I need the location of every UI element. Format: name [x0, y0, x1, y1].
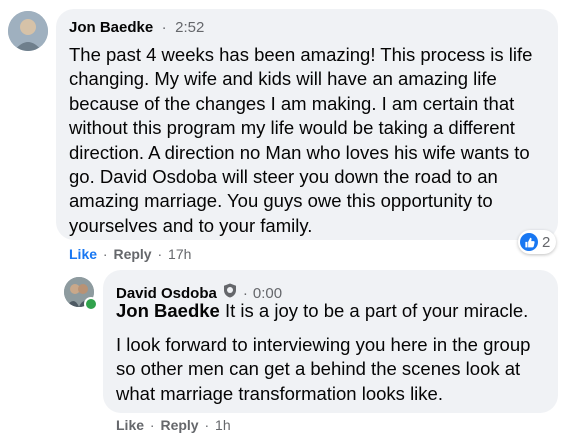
reaction-summary[interactable]: 2 [518, 230, 557, 254]
reply-link[interactable]: Reply [113, 246, 151, 262]
like-link[interactable]: Like [116, 417, 144, 433]
action-separator: · [149, 417, 155, 433]
comment-author[interactable]: Jon Baedke [69, 19, 153, 36]
reply-link[interactable]: Reply [160, 417, 198, 433]
comment-bubble: Jon Baedke · 2:52 The past 4 weeks has b… [56, 9, 558, 240]
action-separator: · [204, 417, 210, 433]
comment-actions: Like · Reply · 17h [69, 246, 191, 262]
profile-photo [8, 11, 48, 51]
reply-bubble: David Osdoba · 0:00 Jon Baedke It is a j… [103, 270, 558, 413]
reply-age[interactable]: 1h [215, 417, 231, 433]
reply-text-line1: Jon Baedke It is a joy to be a part of y… [116, 299, 546, 323]
avatar-jon-baedke[interactable] [8, 11, 48, 51]
comment-age[interactable]: 17h [168, 246, 191, 262]
comment-header: Jon Baedke · 2:52 [69, 19, 204, 37]
comment-text: The past 4 weeks has been amazing! This … [69, 44, 533, 236]
online-status-dot [84, 297, 98, 311]
action-separator: · [157, 246, 163, 262]
like-link[interactable]: Like [69, 246, 97, 262]
header-separator: · [161, 19, 167, 36]
reply-actions: Like · Reply · 1h [116, 417, 231, 433]
mention-jon-baedke[interactable]: Jon Baedke [116, 300, 220, 321]
thumbs-up-icon [520, 233, 538, 251]
comment-time[interactable]: 2:52 [175, 19, 204, 36]
reaction-count: 2 [542, 233, 551, 251]
reply-text-paragraph2: I look forward to interviewing you here … [116, 334, 531, 404]
action-separator: · [102, 246, 108, 262]
reply-text: It is a joy to be a part of your miracle… [225, 300, 529, 321]
